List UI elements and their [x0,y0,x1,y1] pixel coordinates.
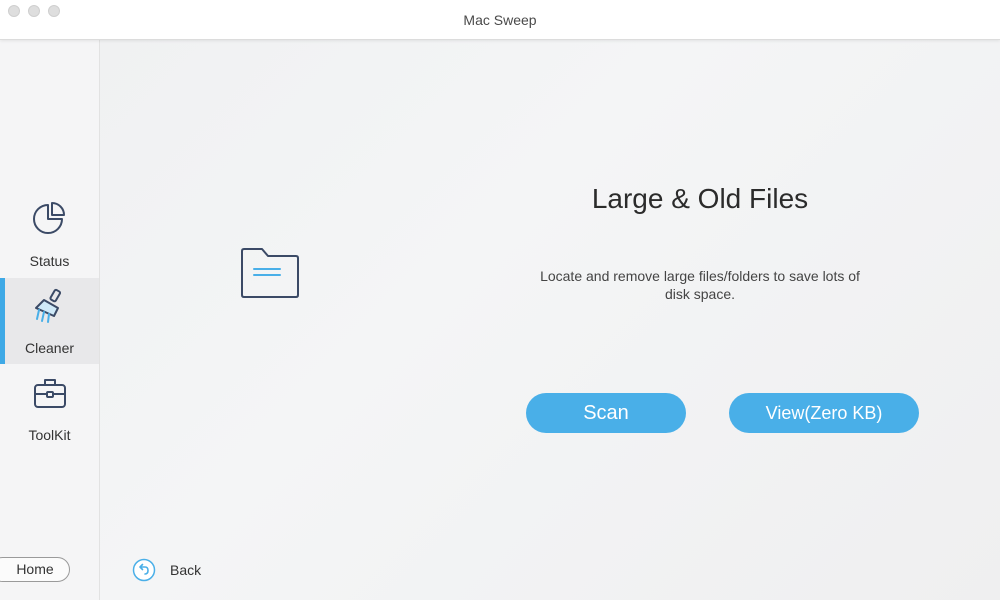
sidebar: Status Cleaner ToolKit Home [0,40,100,600]
pie-chart-icon [32,202,65,234]
feature-description: Locate and remove large files/folders to… [540,268,860,302]
scan-button[interactable]: Scan [526,393,686,433]
title-bar: Mac Sweep [0,0,1000,40]
home-button[interactable]: Home [0,557,70,582]
page-title: Large & Old Files [591,183,809,214]
window-title: Mac Sweep [463,12,537,28]
sidebar-item-label: Cleaner [24,340,75,356]
broom-icon [34,288,61,323]
sidebar-item-label: ToolKit [28,427,71,443]
toolbox-icon [33,379,66,408]
folder-icon [241,248,299,298]
sidebar-item-cleaner[interactable]: Cleaner [0,278,99,364]
back-arrow-icon [132,558,156,582]
sidebar-item-toolkit[interactable]: ToolKit [0,365,99,451]
sidebar-item-label: Status [29,253,70,269]
main-panel: Large & Old Files Locate and remove larg… [100,40,1000,600]
back-label: Back [170,562,202,578]
back-button[interactable]: Back [132,558,201,582]
view-results-button[interactable]: View(Zero KB) [729,393,919,433]
sidebar-item-status[interactable]: Status [0,191,99,277]
